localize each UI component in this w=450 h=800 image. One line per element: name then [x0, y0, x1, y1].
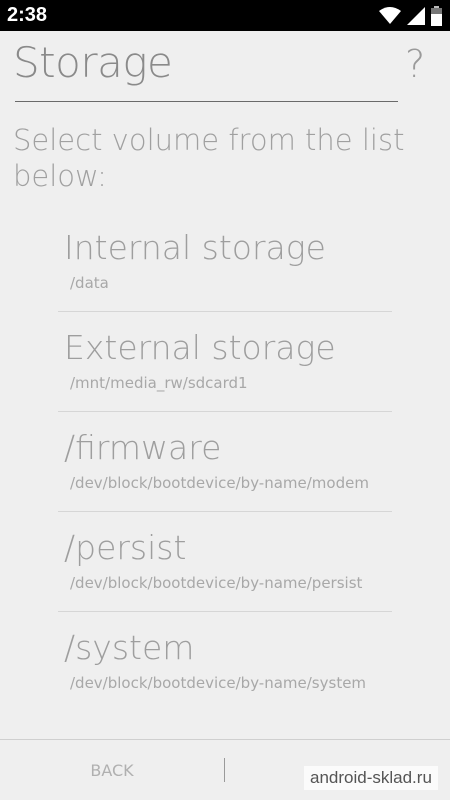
status-time: 2:38 [7, 4, 48, 26]
volume-item-system[interactable]: /system /dev/block/bootdevice/by-name/sy… [58, 612, 392, 712]
volume-name: /system [64, 628, 195, 667]
volume-list: Internal storage /data External storage … [58, 212, 392, 712]
volume-path: /dev/block/bootdevice/by-name/system [70, 674, 367, 692]
watermark: android-sklad.ru [304, 766, 438, 790]
volume-path: /dev/block/bootdevice/by-name/modem [70, 474, 369, 492]
volume-item-external[interactable]: External storage /mnt/media_rw/sdcard1 [58, 312, 392, 412]
volume-name: External storage [64, 328, 336, 367]
wifi-icon [379, 7, 401, 25]
status-icons [379, 6, 442, 26]
volume-name: Internal storage [64, 228, 326, 267]
volume-path: /data [70, 274, 109, 292]
volume-name: /firmware [64, 428, 222, 467]
volume-path: /dev/block/bootdevice/by-name/persist [70, 574, 363, 592]
battery-icon [431, 6, 442, 26]
select-prompt: Select volume from the list below: [13, 123, 405, 193]
volume-item-persist[interactable]: /persist /dev/block/bootdevice/by-name/p… [58, 512, 392, 612]
volume-name: /persist [64, 528, 187, 567]
help-button[interactable]: ? [405, 42, 425, 86]
volume-path: /mnt/media_rw/sdcard1 [70, 374, 248, 392]
status-bar: 2:38 [0, 0, 450, 31]
signal-icon [407, 7, 425, 25]
page-title: Storage [13, 38, 173, 87]
volume-item-internal[interactable]: Internal storage /data [58, 212, 392, 312]
footer-button-divider [224, 758, 225, 782]
back-button[interactable]: BACK [0, 740, 224, 800]
title-divider [15, 101, 398, 102]
volume-item-firmware[interactable]: /firmware /dev/block/bootdevice/by-name/… [58, 412, 392, 512]
